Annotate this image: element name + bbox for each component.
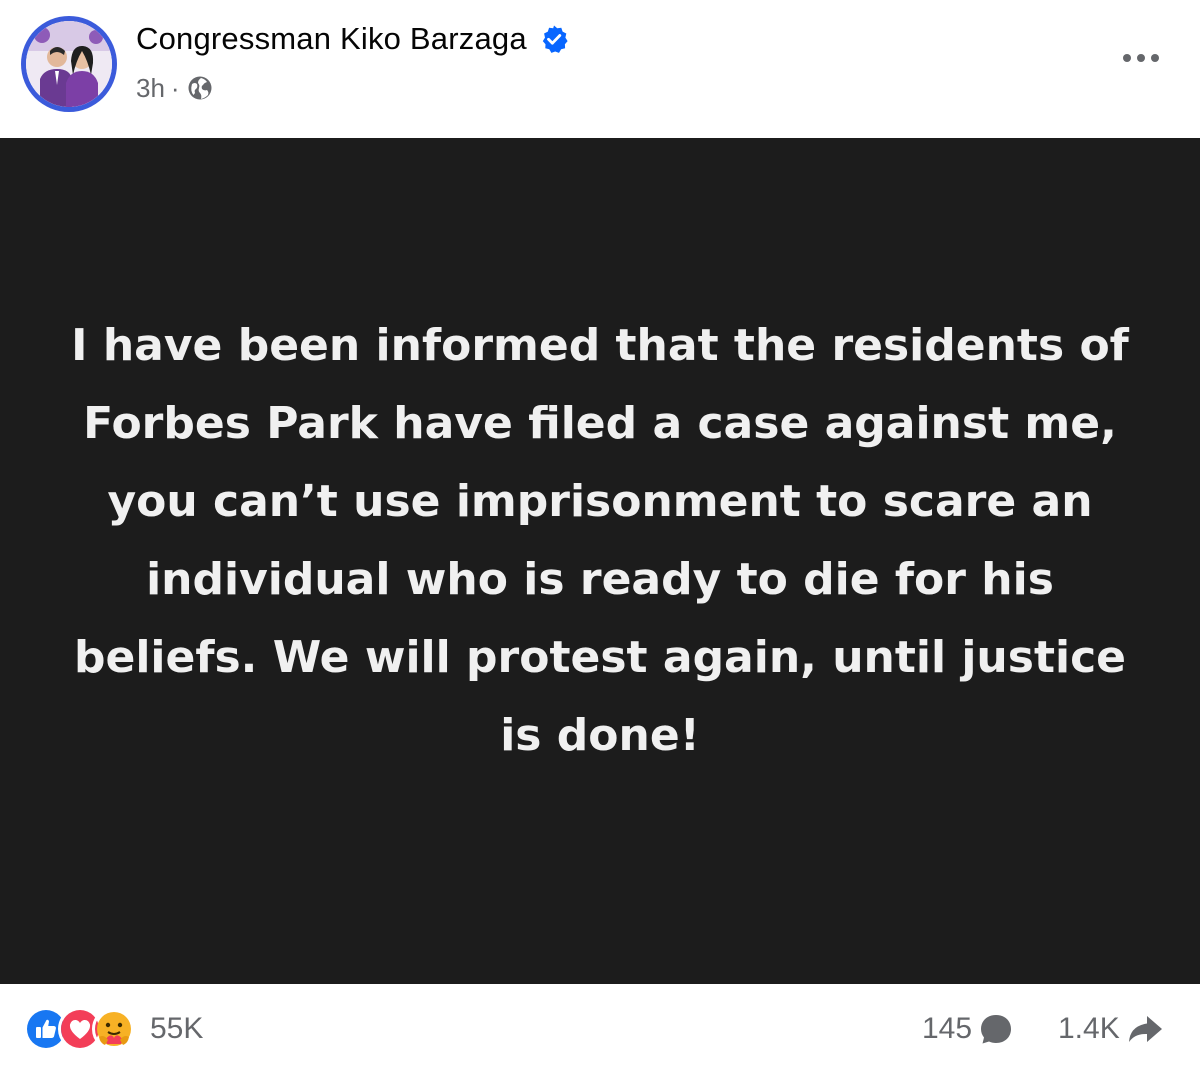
- more-options-icon: [1123, 54, 1159, 62]
- comment-count[interactable]: 145: [922, 1012, 972, 1046]
- author-name[interactable]: Congressman Kiko Barzaga: [136, 18, 569, 60]
- post-meta: 3h ·: [136, 70, 214, 106]
- share-count[interactable]: 1.4K: [1058, 1012, 1120, 1046]
- globe-icon[interactable]: [186, 74, 214, 102]
- more-options-button[interactable]: [1118, 38, 1164, 78]
- care-reaction-icon: [92, 1007, 136, 1051]
- post-header: Congressman Kiko Barzaga 3h ·: [0, 0, 1200, 138]
- share-icon: [1128, 1016, 1162, 1042]
- post-text: I have been informed that the residents …: [71, 320, 1129, 761]
- avatar[interactable]: [26, 21, 112, 107]
- comment-icon: [981, 1015, 1012, 1044]
- post-footer: 55K 145 1.4K: [0, 984, 1200, 1076]
- reaction-count[interactable]: 55K: [150, 1012, 203, 1046]
- comments-count-link[interactable]: 145: [922, 1006, 1014, 1052]
- verified-badge-icon: [539, 24, 569, 54]
- post-timestamp[interactable]: 3h: [136, 73, 165, 104]
- post-text-background: I have been informed that the residents …: [0, 138, 1200, 984]
- meta-separator: ·: [170, 72, 180, 103]
- reactions-summary[interactable]: 55K: [24, 1006, 203, 1052]
- shares-count-link[interactable]: 1.4K: [1058, 1006, 1164, 1052]
- profile-avatar-ring[interactable]: [21, 16, 117, 112]
- author-name-text[interactable]: Congressman Kiko Barzaga: [136, 21, 527, 57]
